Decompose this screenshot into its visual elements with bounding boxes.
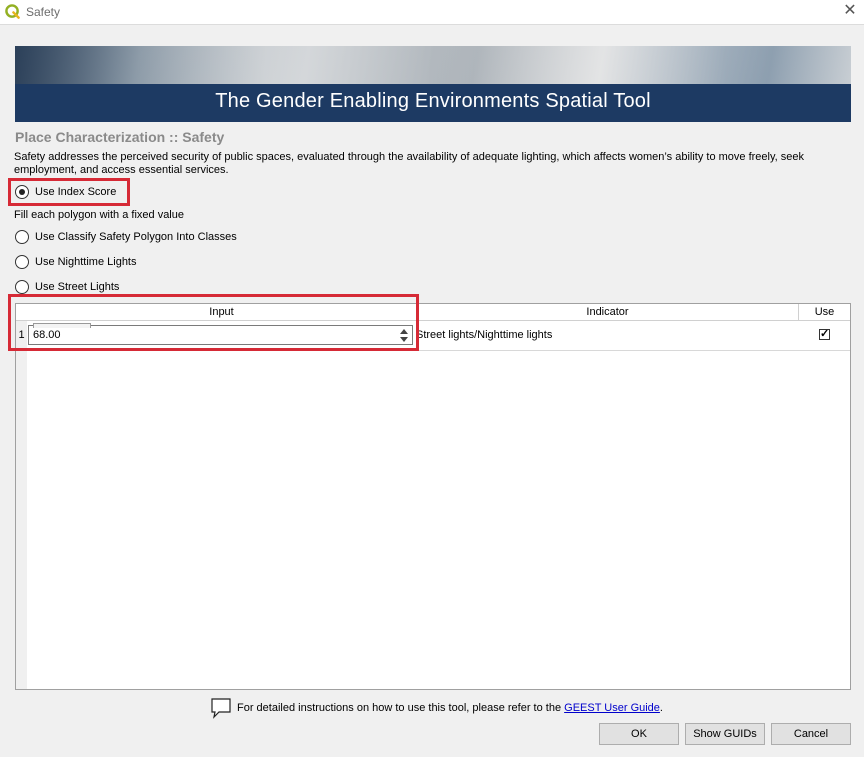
spin-down-icon[interactable] [400,337,408,342]
column-header-input[interactable]: Input [27,304,417,321]
radio-button-classify[interactable] [15,230,29,244]
page-description: Safety addresses the perceived security … [14,151,805,176]
spin-up-icon[interactable] [400,329,408,334]
radio-button-nighttime[interactable] [15,255,29,269]
help-text-row: For detailed instructions on how to use … [210,697,663,719]
radio-label-nighttime: Use Nighttime Lights [35,256,137,268]
title-bar: Safety ✕ [0,0,864,25]
spinbox-tab [33,323,91,328]
indicator-table: Input Indicator Use 1 68.00 Street light… [15,303,851,690]
radio-label-street-lights: Use Street Lights [35,281,120,293]
banner-title: The Gender Enabling Environments Spatial… [215,90,651,112]
cancel-button[interactable]: Cancel [771,723,851,745]
input-value[interactable]: 68.00 [33,329,61,341]
row-number: 1 [16,321,27,350]
window-title: Safety [26,5,61,19]
radio-use-nighttime-lights[interactable]: Use Nighttime Lights [15,254,137,270]
index-score-hint: Fill each polygon with a fixed value [14,209,184,221]
help-text: For detailed instructions on how to use … [237,702,565,714]
column-header-use[interactable]: Use [799,304,850,321]
spin-arrows[interactable] [398,327,411,343]
ok-button[interactable]: OK [599,723,679,745]
radio-use-classify[interactable]: Use Classify Safety Polygon Into Classes [15,229,237,245]
indicator-name: Street lights/Nighttime lights [416,329,553,341]
help-text-end: . [659,702,663,714]
qgis-icon [5,4,20,19]
radio-button-street-lights[interactable] [15,280,29,294]
banner-photo [15,46,851,84]
show-guids-button[interactable]: Show GUIDs [685,723,765,745]
radio-label-classify: Use Classify Safety Polygon Into Classes [35,231,237,243]
user-guide-link[interactable]: GEEST User Guide [564,702,660,714]
radio-button-index-score[interactable] [15,185,29,199]
table-body [27,321,850,689]
input-value-spinbox[interactable]: 68.00 [28,323,413,345]
speech-bubble-icon [211,698,231,719]
table-row: 68.00 Street lights/Nighttime lights ✓ [27,321,850,351]
radio-label-index-score: Use Index Score [35,186,117,198]
page-title: Place Characterization :: Safety [15,129,225,145]
radio-use-street-lights[interactable]: Use Street Lights [15,279,119,295]
safety-dialog: Safety ✕ The Gender Enabling Environment… [0,0,864,757]
use-checkbox[interactable]: ✓ [819,329,830,340]
close-icon[interactable]: ✕ [841,1,859,21]
radio-use-index-score[interactable]: Use Index Score [15,184,116,200]
column-header-indicator[interactable]: Indicator [417,304,799,321]
banner: The Gender Enabling Environments Spatial… [15,46,851,122]
